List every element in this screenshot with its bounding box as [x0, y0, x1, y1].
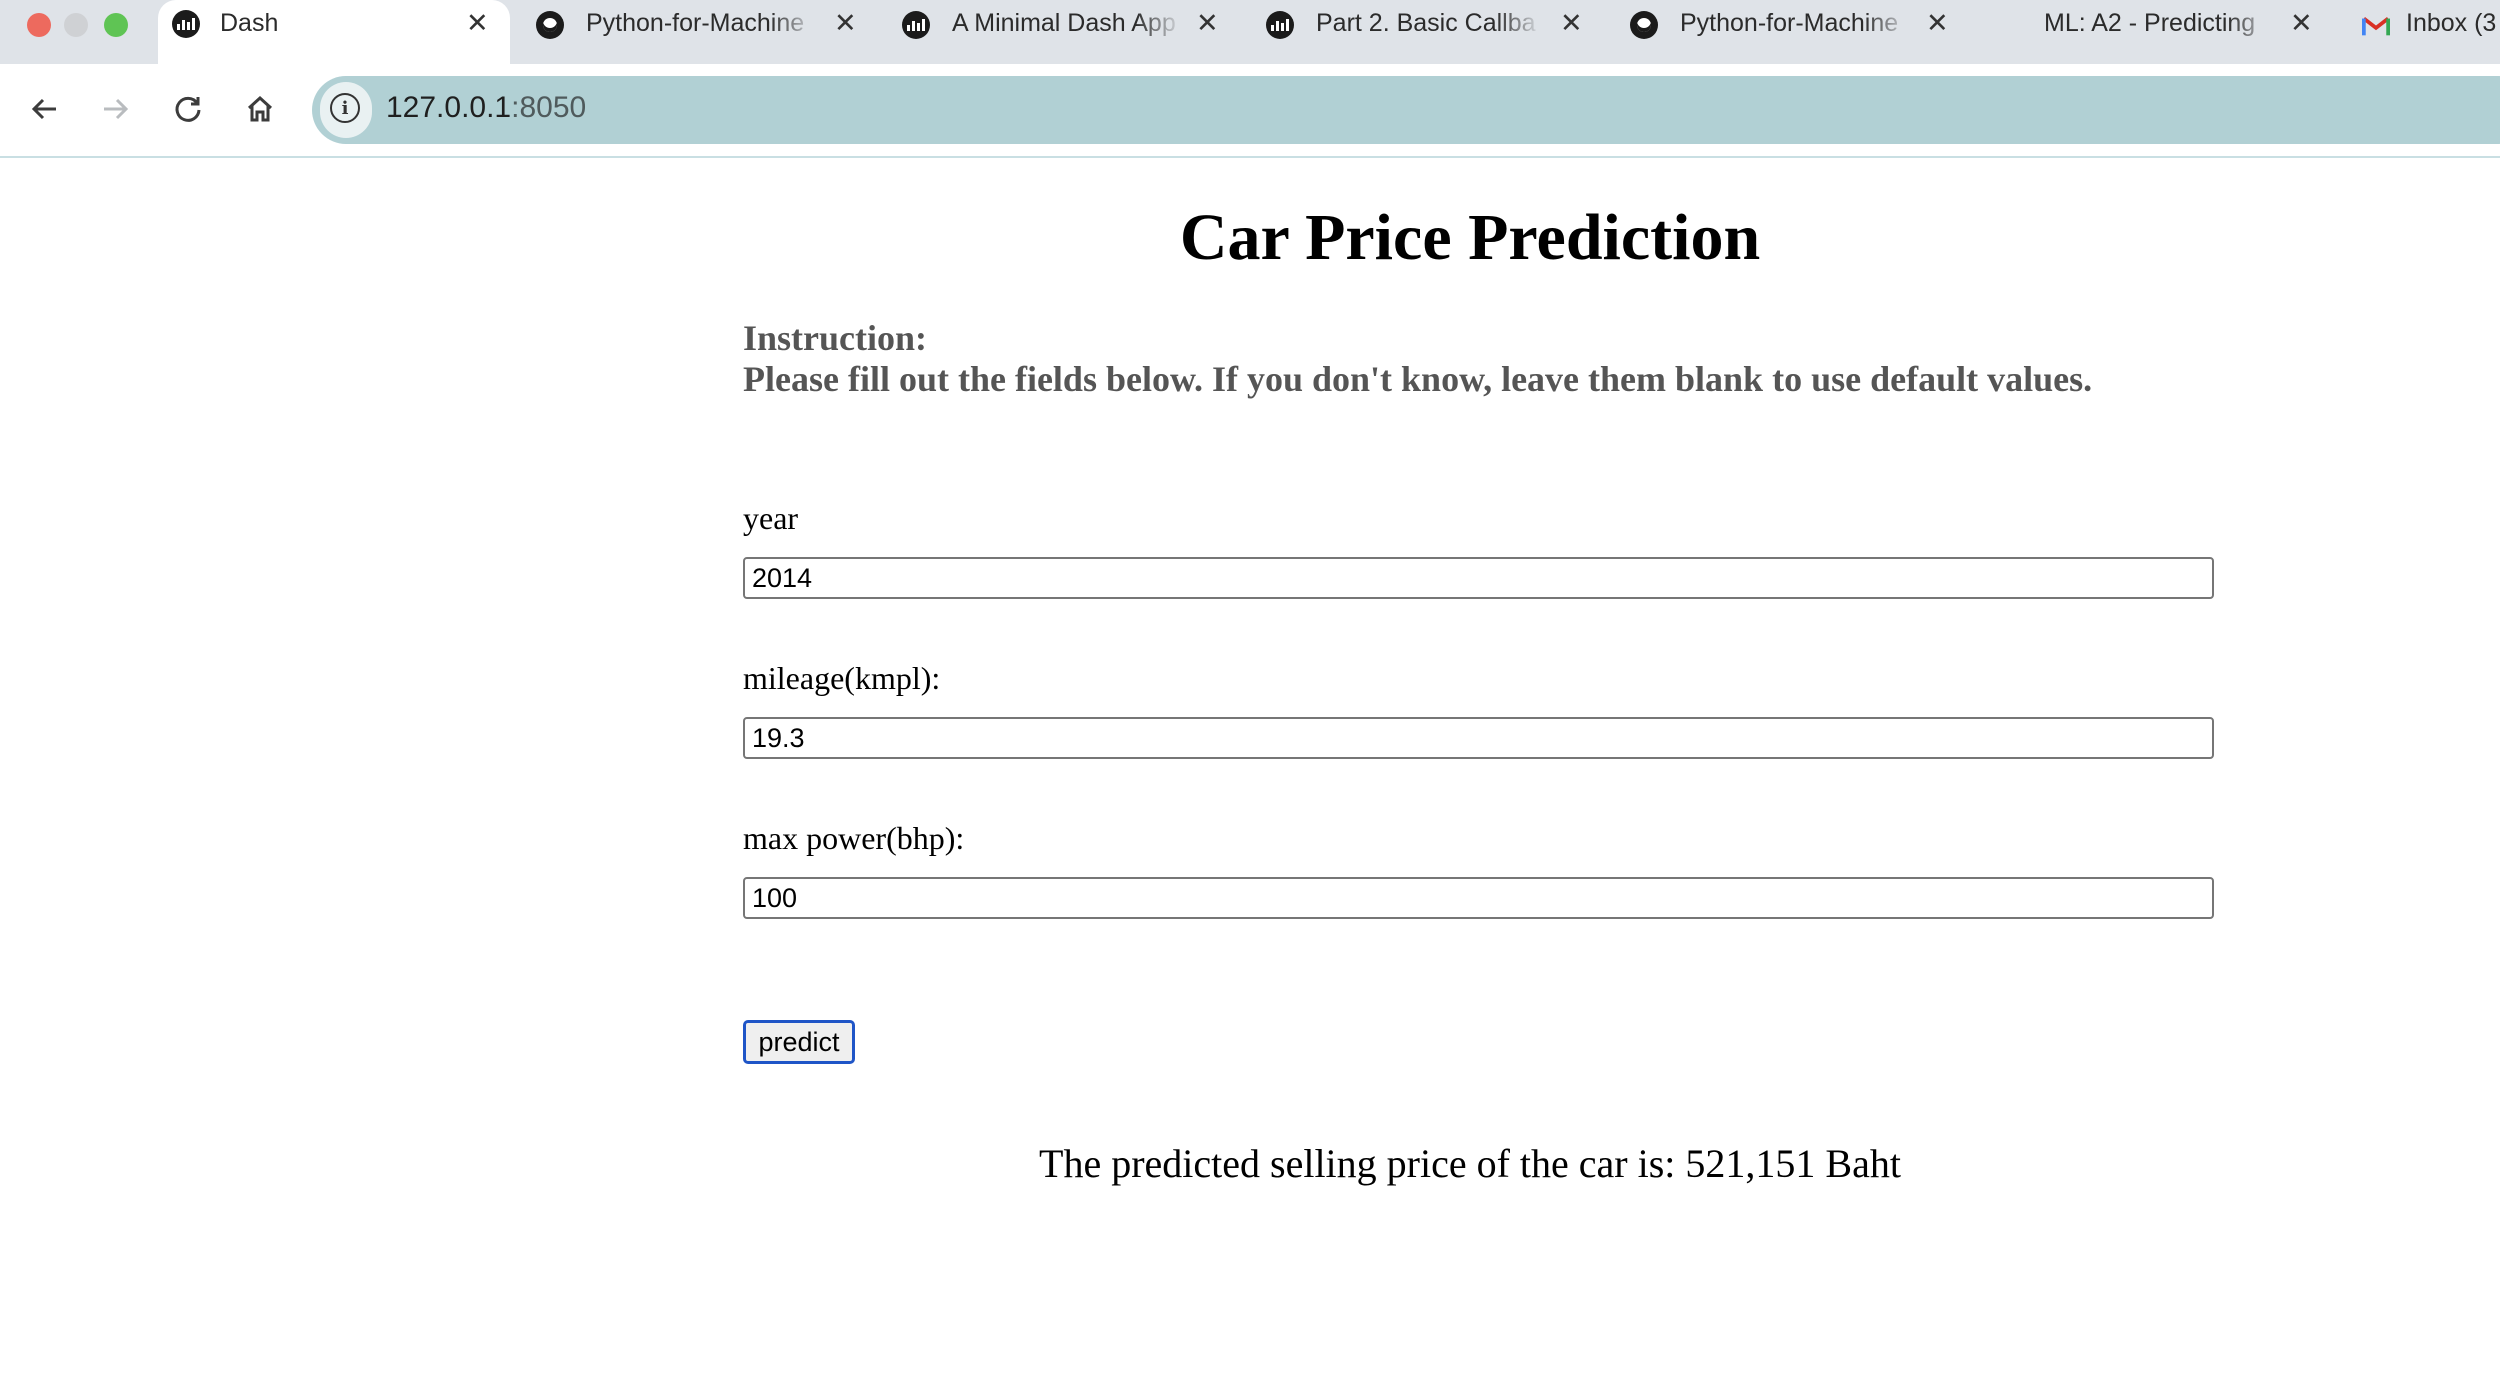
year-input[interactable] — [743, 557, 2214, 599]
gmail-icon — [2362, 12, 2390, 40]
github-icon — [536, 11, 564, 39]
tab-title: A Minimal Dash App — [952, 9, 1176, 37]
tab-title: Python-for-Machine — [1680, 9, 1899, 37]
url-port: :8050 — [511, 91, 587, 124]
minimize-window-button[interactable] — [64, 13, 88, 37]
close-icon[interactable]: ✕ — [1926, 8, 1949, 38]
tab-strip: Dash ✕ Python-for-Machine ✕ A Minimal Da… — [0, 0, 2500, 64]
dash-icon — [902, 11, 930, 39]
url-text[interactable]: 127.0.0.1:8050 — [386, 91, 586, 125]
dash-icon — [1266, 11, 1294, 39]
prediction-result: The predicted selling price of the car i… — [1039, 1141, 1901, 1186]
tab-title: Python-for-Machine — [586, 9, 805, 37]
tab-github-1[interactable]: Python-for-Machine ✕ — [524, 0, 876, 48]
page-title: Car Price Prediction — [1179, 201, 1761, 274]
tab-title: Part 2. Basic Callba — [1316, 9, 1536, 37]
instructions: Instruction: Please fill out the fields … — [743, 318, 2092, 400]
reload-icon[interactable] — [163, 84, 213, 134]
instruction-text: Please fill out the fields below. If you… — [743, 359, 2093, 399]
back-icon[interactable] — [20, 84, 70, 134]
tab-basic-callbacks[interactable]: Part 2. Basic Callba ✕ — [1252, 0, 1604, 48]
mileage-input[interactable] — [743, 717, 2214, 759]
browser-toolbar: i 127.0.0.1:8050 — [0, 64, 2500, 158]
tab-title: Dash — [220, 9, 279, 37]
tab-dash[interactable]: Dash ✕ — [158, 0, 510, 64]
dash-icon — [172, 10, 200, 38]
maximize-window-button[interactable] — [104, 13, 128, 37]
max-power-label: max power(bhp): — [743, 820, 965, 856]
address-bar[interactable]: i 127.0.0.1:8050 — [312, 76, 2500, 144]
close-icon[interactable]: ✕ — [834, 8, 857, 38]
close-icon[interactable]: ✕ — [466, 8, 489, 38]
instruction-heading: Instruction: — [743, 318, 928, 358]
close-window-button[interactable] — [27, 13, 51, 37]
page-content: Car Price Prediction Instruction: Please… — [0, 158, 2500, 1386]
info-icon: i — [330, 93, 360, 123]
close-icon[interactable]: ✕ — [1560, 8, 1583, 38]
year-label: year — [743, 500, 799, 536]
tab-title: Inbox (3 — [2406, 9, 2497, 37]
github-icon — [1630, 11, 1658, 39]
tab-ml-a2[interactable]: ML: A2 - Predicting ✕ — [1980, 0, 2332, 48]
close-icon[interactable]: ✕ — [1196, 8, 1219, 38]
tab-minimal-dash[interactable]: A Minimal Dash App ✕ — [888, 0, 1240, 48]
max-power-input[interactable] — [743, 877, 2214, 919]
home-icon[interactable] — [235, 84, 285, 134]
tab-gmail-inbox[interactable]: Inbox (3 — [2344, 0, 2500, 48]
predict-button[interactable]: predict — [743, 1020, 855, 1064]
tab-title: ML: A2 - Predicting — [2044, 9, 2256, 37]
close-icon[interactable]: ✕ — [2290, 8, 2313, 38]
url-host: 127.0.0.1 — [386, 91, 512, 124]
tab-github-2[interactable]: Python-for-Machine ✕ — [1616, 0, 1968, 48]
forward-icon[interactable] — [90, 84, 140, 134]
mileage-label: mileage(kmpl): — [743, 660, 941, 696]
